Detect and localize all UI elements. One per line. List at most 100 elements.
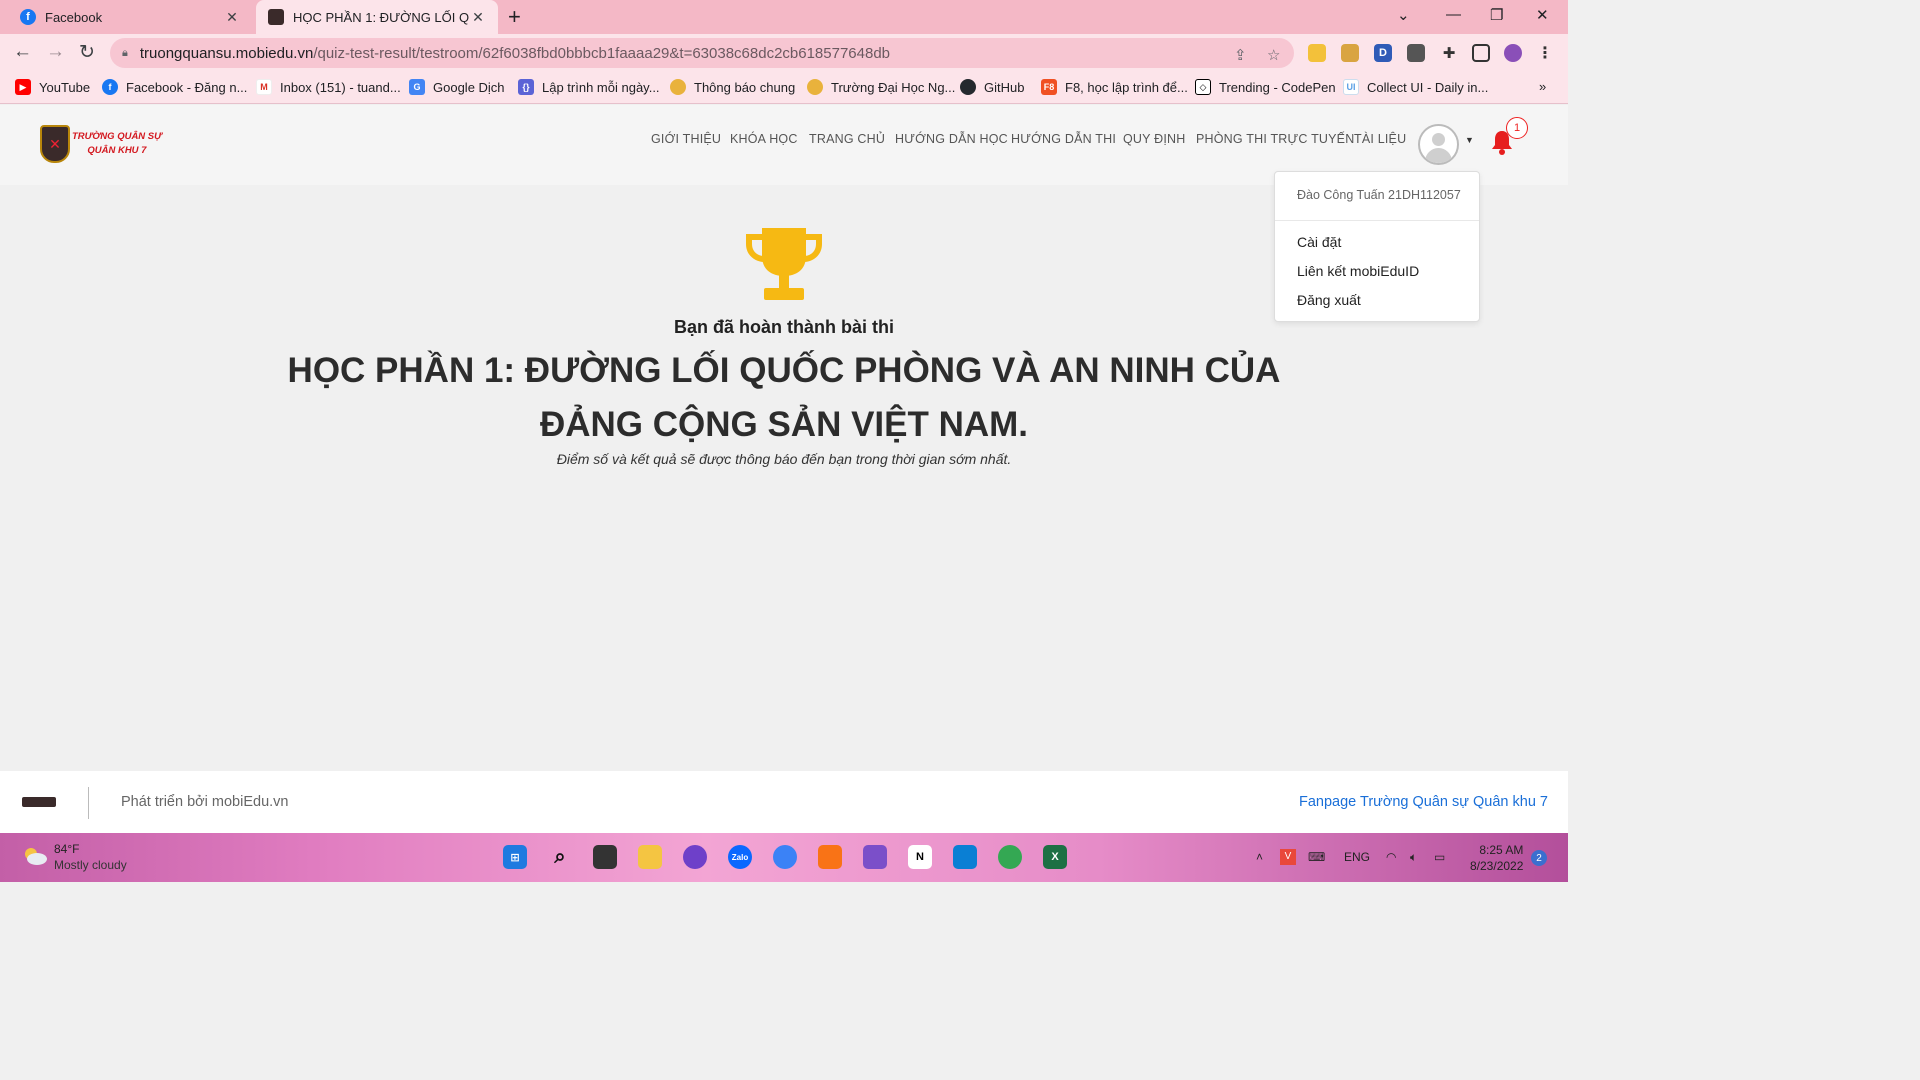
extension-dog-icon[interactable] bbox=[1308, 44, 1326, 62]
bookmark-codepen[interactable]: ◇ Trending - CodePen bbox=[1195, 79, 1336, 95]
tab-facebook[interactable]: f Facebook ✕ bbox=[8, 0, 252, 34]
bookmark-label: YouTube bbox=[39, 79, 91, 95]
nav-trang-chu[interactable]: TRANG CHỦ bbox=[809, 132, 885, 146]
visual-studio-icon[interactable] bbox=[863, 845, 887, 869]
nav-tai-lieu[interactable]: TÀI LIỆU bbox=[1354, 132, 1406, 146]
bookmark-label: Google Dịch bbox=[433, 79, 505, 95]
weather-condition[interactable]: Mostly cloudy bbox=[54, 858, 127, 872]
share-icon[interactable]: ⇪ bbox=[1234, 46, 1247, 64]
gmail-icon: M bbox=[256, 79, 272, 95]
bookmark-facebook[interactable]: f Facebook - Đăng n... bbox=[102, 79, 247, 95]
keyboard-icon[interactable]: ⌨ bbox=[1308, 850, 1325, 864]
messenger-icon[interactable] bbox=[773, 845, 797, 869]
nav-huong-dan-thi[interactable]: HƯỚNG DẪN THI bbox=[1011, 132, 1116, 146]
restore-icon[interactable]: ❐ bbox=[1490, 6, 1503, 24]
address-bar[interactable]: 🔒︎ truongquansu.mobiedu.vn/quiz-test-res… bbox=[110, 38, 1294, 68]
facebook-icon: f bbox=[102, 79, 118, 95]
minimize-icon[interactable]: — bbox=[1446, 6, 1461, 23]
nav-khoa-hoc[interactable]: KHÓA HỌC bbox=[730, 132, 798, 146]
new-tab-icon[interactable]: + bbox=[508, 4, 521, 30]
file-explorer-icon[interactable] bbox=[638, 845, 662, 869]
chevron-down-icon[interactable]: ▼ bbox=[1465, 135, 1474, 145]
xampp-icon[interactable] bbox=[818, 845, 842, 869]
codepen-icon: ◇ bbox=[1195, 79, 1211, 95]
result-note: Điểm số và kết quả sẽ được thông báo đến… bbox=[556, 451, 1012, 467]
windows-taskbar: 84°F Mostly cloudy ⊞ ⌕ Zalo N X ˄ V ⌨ EN… bbox=[0, 833, 1568, 882]
tray-chevron-up-icon[interactable]: ˄ bbox=[1256, 850, 1263, 864]
nav-huong-dan-hoc[interactable]: HƯỚNG DẪN HỌC bbox=[895, 132, 1008, 146]
search-icon[interactable]: ⌕ bbox=[548, 845, 572, 869]
forward-icon[interactable]: → bbox=[46, 41, 65, 63]
close-window-icon[interactable]: ✕ bbox=[1536, 6, 1549, 24]
chrome-icon[interactable] bbox=[998, 845, 1022, 869]
bookmark-google-translate[interactable]: G Google Dịch bbox=[409, 79, 505, 95]
bookmark-f8[interactable]: F8 F8, học lập trình để... bbox=[1041, 79, 1188, 95]
footer-divider bbox=[88, 787, 89, 819]
nav-quy-dinh[interactable]: QUY ĐỊNH bbox=[1123, 132, 1186, 146]
battery-icon[interactable]: ▭ bbox=[1434, 850, 1445, 864]
collect-ui-icon: UI bbox=[1343, 79, 1359, 95]
extension-battery-icon[interactable] bbox=[1407, 44, 1425, 62]
site-logo[interactable]: ✕ TRƯỜNG QUÂN SỰ QUÂN KHU 7 bbox=[40, 125, 162, 163]
windows-start-icon[interactable]: ⊞ bbox=[503, 845, 527, 869]
bookmark-youtube[interactable]: ▶ YouTube bbox=[15, 79, 90, 95]
close-tab-icon[interactable]: ✕ bbox=[470, 9, 486, 26]
menu-kebab-icon[interactable]: ⋮ bbox=[1536, 44, 1554, 62]
menu-item-settings[interactable]: Cài đặt bbox=[1297, 234, 1341, 250]
logo-line1: TRƯỜNG QUÂN SỰ bbox=[72, 131, 162, 142]
browser-toolbar: ← → ↻ 🔒︎ truongquansu.mobiedu.vn/quiz-te… bbox=[0, 34, 1568, 72]
excel-icon[interactable]: X bbox=[1043, 845, 1067, 869]
footer-logo[interactable] bbox=[22, 797, 56, 807]
weather-temperature[interactable]: 84°F bbox=[54, 842, 79, 856]
bookmark-collect-ui[interactable]: UI Collect UI - Daily in... bbox=[1343, 79, 1488, 95]
avatar[interactable] bbox=[1418, 124, 1459, 165]
menu-item-logout[interactable]: Đăng xuất bbox=[1297, 292, 1361, 308]
clock[interactable]: 8:25 AM 8/23/2022 bbox=[1470, 842, 1523, 874]
side-panel-icon[interactable] bbox=[1472, 44, 1490, 62]
language-indicator[interactable]: ENG bbox=[1344, 850, 1370, 864]
nav-gioi-thieu[interactable]: GIỚI THIỆU bbox=[651, 132, 721, 146]
avatar-body bbox=[1425, 148, 1452, 163]
task-view-icon[interactable] bbox=[593, 845, 617, 869]
tab-search-icon[interactable]: ⌄ bbox=[1397, 6, 1410, 24]
profile-icon[interactable] bbox=[1504, 44, 1522, 62]
dropdown-username: Đào Công Tuấn 21DH112057 bbox=[1297, 188, 1461, 202]
fanpage-link[interactable]: Fanpage Trường Quân sự Quân khu 7 bbox=[1299, 794, 1548, 810]
bookmarks-bar: ▶ YouTube f Facebook - Đăng n... M Inbox (1… bbox=[0, 72, 1568, 104]
bookmark-label: Facebook - Đăng n... bbox=[126, 79, 248, 95]
notion-icon[interactable]: N bbox=[908, 845, 932, 869]
url-path: /quiz-test-result/testroom/62f6038fbd0bb… bbox=[313, 44, 891, 62]
bookmark-lap-trinh[interactable]: {} Lập trình mỗi ngày... bbox=[518, 79, 660, 95]
bookmark-label: Thông báo chung bbox=[694, 79, 796, 95]
zalo-icon[interactable]: Zalo bbox=[728, 845, 752, 869]
extensions-puzzle-icon[interactable]: ✚ bbox=[1440, 44, 1458, 62]
bookmark-star-icon[interactable]: ☆ bbox=[1267, 46, 1280, 64]
avatar-head bbox=[1432, 133, 1445, 146]
tray-app-icon[interactable]: V bbox=[1280, 849, 1296, 865]
extension-d-icon[interactable]: D bbox=[1374, 44, 1392, 62]
wifi-icon[interactable]: ◠ bbox=[1386, 850, 1396, 864]
bookmark-label: Collect UI - Daily in... bbox=[1367, 79, 1489, 95]
github-icon bbox=[960, 79, 976, 95]
volume-icon[interactable]: 🔈︎ bbox=[1410, 850, 1417, 865]
notification-center-badge[interactable]: 2 bbox=[1531, 850, 1547, 866]
bookmark-thong-bao[interactable]: Thông báo chung bbox=[670, 79, 795, 95]
reload-icon[interactable]: ↻ bbox=[79, 41, 95, 64]
back-icon[interactable]: ← bbox=[13, 41, 32, 63]
extension-key-icon[interactable] bbox=[1341, 44, 1359, 62]
lock-icon: 🔒︎ bbox=[122, 46, 128, 59]
nav-phong-thi[interactable]: PHÒNG THI TRỰC TUYẾN bbox=[1196, 132, 1354, 146]
translate-icon: G bbox=[409, 79, 425, 95]
weather-cloud-icon[interactable] bbox=[22, 847, 48, 865]
f8-icon: F8 bbox=[1041, 79, 1057, 95]
menu-item-link-mobieduid[interactable]: Liên kết mobiEduID bbox=[1297, 263, 1419, 279]
bookmark-truong-dai-hoc[interactable]: Trường Đại Học Ng... bbox=[807, 79, 955, 95]
vscode-icon[interactable] bbox=[953, 845, 977, 869]
github-desktop-icon[interactable] bbox=[683, 845, 707, 869]
bookmark-github[interactable]: GitHub bbox=[960, 79, 1024, 95]
bookmark-gmail[interactable]: M Inbox (151) - tuand... bbox=[256, 79, 401, 95]
clock-date: 8/23/2022 bbox=[1470, 859, 1524, 873]
tab-course[interactable]: HỌC PHẦN 1: ĐƯỜNG LỐI QUỐC ✕ bbox=[256, 0, 498, 34]
more-bookmarks-icon[interactable]: » bbox=[1539, 79, 1546, 94]
close-tab-icon[interactable]: ✕ bbox=[224, 9, 240, 26]
